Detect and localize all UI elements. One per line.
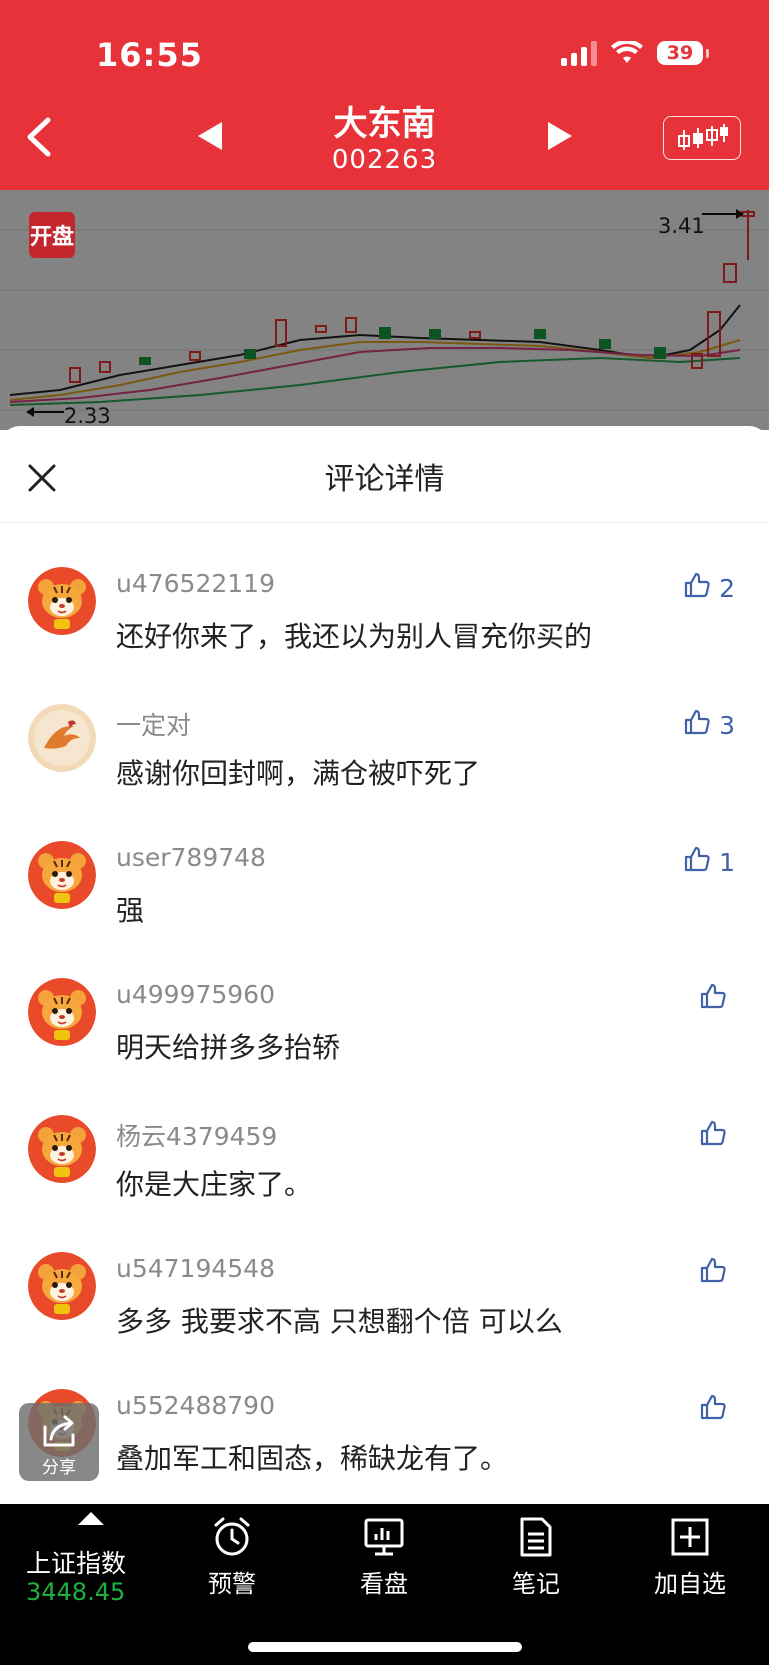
candlestick-icon [678, 124, 728, 150]
tool-label: 看盘 [360, 1570, 408, 1598]
comment-item: 一定对 感谢你回封啊，满仓被吓死了 3 [0, 704, 769, 841]
status-time: 16:55 [96, 36, 203, 74]
wifi-icon [611, 41, 643, 63]
comment-username[interactable]: u499975960 [116, 980, 275, 1009]
comment-item: 杨云4379459 你是大庄家了。 [0, 1115, 769, 1252]
like-button[interactable] [699, 1256, 735, 1290]
thumbs-up-icon [699, 1256, 727, 1290]
modal-backdrop[interactable] [0, 190, 769, 430]
chart-low-label: 2.33 [64, 404, 111, 428]
comment-username[interactable]: u547194548 [116, 1254, 275, 1283]
comment-text: 强 [116, 894, 145, 927]
comment-item: u476522119 还好你来了，我还以为别人冒充你买的 2 [0, 567, 769, 704]
like-count: 2 [719, 573, 735, 603]
like-count: 1 [719, 847, 735, 877]
bottom-toolbar: 上证指数 3448.45 预警 看盘 笔记 加自选 [0, 1504, 769, 1665]
avatar[interactable] [28, 841, 96, 909]
alert-button[interactable]: 预警 [182, 1516, 282, 1599]
like-button[interactable] [699, 1393, 735, 1427]
add-watchlist-button[interactable]: 加自选 [640, 1516, 740, 1599]
comment-text: 叠加军工和固态，稀缺龙有了。 [116, 1442, 509, 1475]
index-name: 上证指数 [26, 1549, 127, 1578]
watch-market-button[interactable]: 看盘 [334, 1516, 434, 1599]
stock-title: 大东南 002263 [0, 104, 769, 176]
status-icons: 39 [561, 40, 709, 66]
avatar[interactable] [28, 704, 96, 772]
like-count: 3 [719, 710, 735, 740]
plus-box-icon [671, 1518, 709, 1556]
document-icon [520, 1517, 552, 1557]
comment-username[interactable]: user789748 [116, 843, 266, 872]
next-stock-icon[interactable] [546, 120, 574, 152]
share-label: 分享 [42, 1458, 76, 1478]
comment-item: u547194548 多多 我要求不高 只想翻个倍 可以么 [0, 1252, 769, 1389]
sheet-header: 评论详情 [0, 426, 769, 523]
comment-text: 还好你来了，我还以为别人冒充你买的 [116, 620, 593, 653]
battery-icon: 39 [657, 41, 709, 65]
avatar[interactable] [28, 978, 96, 1046]
like-button[interactable] [699, 982, 735, 1016]
comment-item: user789748 强 1 [0, 841, 769, 978]
thumbs-up-icon [683, 845, 711, 879]
chart-high-label: 3.41 [658, 214, 705, 238]
comment-username[interactable]: 杨云4379459 [116, 1117, 277, 1153]
like-button[interactable]: 3 [683, 708, 735, 742]
stock-code: 002263 [331, 145, 438, 175]
home-indicator[interactable] [248, 1642, 522, 1652]
avatar[interactable] [28, 1115, 96, 1183]
share-button[interactable]: 分享 [19, 1403, 99, 1481]
thumbs-up-icon [699, 1393, 727, 1427]
tool-label: 加自选 [654, 1570, 726, 1598]
like-button[interactable]: 2 [683, 571, 735, 605]
avatar[interactable] [28, 1252, 96, 1320]
cellular-signal-icon [561, 40, 597, 66]
comment-text: 多多 我要求不高 只想翻个倍 可以么 [116, 1305, 563, 1338]
comment-username[interactable]: 一定对 [116, 706, 191, 742]
like-button[interactable] [699, 1119, 735, 1153]
like-button[interactable]: 1 [683, 845, 735, 879]
thumbs-up-icon [699, 1119, 727, 1153]
thumbs-up-icon [683, 571, 711, 605]
top-header: 16:55 39 大东南 002263 [0, 0, 769, 190]
open-badge: 开盘 [29, 212, 75, 258]
comment-item: u499975960 明天给拼多多抬轿 [0, 978, 769, 1115]
index-value: 3448.45 [26, 1578, 126, 1606]
share-icon [43, 1415, 75, 1447]
notes-button[interactable]: 笔记 [486, 1516, 586, 1599]
thumbs-up-icon [699, 982, 727, 1016]
avatar[interactable] [28, 567, 96, 635]
comment-username[interactable]: u476522119 [116, 569, 275, 598]
thumbs-up-icon [683, 708, 711, 742]
kline-toggle-button[interactable] [663, 116, 741, 160]
stock-name: 大东南 [333, 104, 436, 144]
caret-up-icon [78, 1512, 104, 1525]
sheet-title: 评论详情 [324, 462, 445, 497]
comment-text: 明天给拼多多抬轿 [116, 1031, 341, 1064]
comment-sheet: 评论详情 u476522119 还好你来了，我还以为别人冒充你买的 2 一定对 … [0, 426, 769, 1504]
tool-label: 预警 [208, 1570, 256, 1598]
comment-text: 你是大庄家了。 [116, 1168, 313, 1201]
tool-label: 笔记 [512, 1570, 560, 1598]
comment-username[interactable]: u552488790 [116, 1391, 275, 1420]
comment-text: 感谢你回封啊，满仓被吓死了 [116, 757, 481, 790]
alarm-clock-icon [214, 1517, 250, 1556]
monitor-chart-icon [364, 1518, 404, 1556]
